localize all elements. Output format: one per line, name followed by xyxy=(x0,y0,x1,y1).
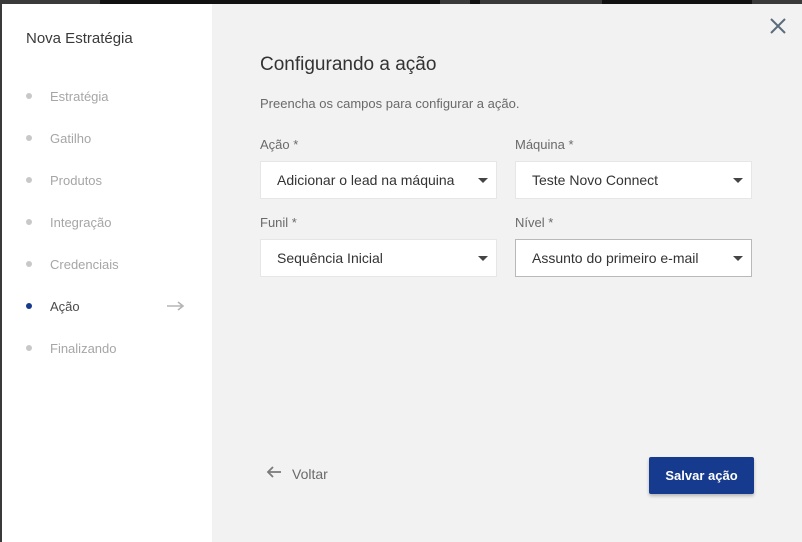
step-integracao[interactable]: Integração xyxy=(2,212,212,232)
page-title: Configurando a ação xyxy=(260,54,437,75)
page-subtitle: Preencha os campos para configurar a açã… xyxy=(260,96,520,111)
step-credenciais[interactable]: Credenciais xyxy=(2,254,212,274)
caret-down-icon xyxy=(733,256,743,261)
sidebar-title: Nova Estratégia xyxy=(26,30,133,47)
funil-select[interactable]: Sequência Inicial xyxy=(260,239,497,277)
step-dot xyxy=(26,303,32,309)
acao-label: Ação * xyxy=(260,137,299,152)
funil-label: Funil * xyxy=(260,215,297,230)
step-acao[interactable]: Ação xyxy=(2,296,212,316)
step-label: Estratégia xyxy=(50,88,109,104)
acao-select[interactable]: Adicionar o lead na máquina xyxy=(260,161,497,199)
step-gatilho[interactable]: Gatilho xyxy=(2,128,212,148)
nivel-label: Nível * xyxy=(515,215,554,230)
nivel-value: Assunto do primeiro e-mail xyxy=(532,250,699,266)
step-label: Ação xyxy=(50,298,80,314)
step-dot xyxy=(26,135,32,141)
caret-down-icon xyxy=(478,256,488,261)
maquina-select[interactable]: Teste Novo Connect xyxy=(515,161,752,199)
step-finalizando[interactable]: Finalizando xyxy=(2,338,212,358)
acao-value: Adicionar o lead na máquina xyxy=(277,172,455,188)
maquina-label: Máquina * xyxy=(515,137,574,152)
back-button[interactable]: Voltar xyxy=(266,464,328,484)
back-label: Voltar xyxy=(292,466,328,482)
maquina-value: Teste Novo Connect xyxy=(532,172,659,188)
steps-sidebar: Nova Estratégia Estratégia Gatilho Produ… xyxy=(2,4,212,542)
arrow-left-icon xyxy=(266,465,282,484)
action-config-panel: Configurando a ação Preencha os campos p… xyxy=(212,4,802,542)
step-dot xyxy=(26,219,32,225)
funil-value: Sequência Inicial xyxy=(277,250,383,266)
step-dot xyxy=(26,93,32,99)
close-icon[interactable] xyxy=(768,16,788,36)
caret-down-icon xyxy=(478,178,488,183)
step-dot xyxy=(26,345,32,351)
step-label: Integração xyxy=(50,214,112,230)
step-dot xyxy=(26,177,32,183)
nivel-select[interactable]: Assunto do primeiro e-mail xyxy=(515,239,752,277)
caret-down-icon xyxy=(733,178,743,183)
step-estrategia[interactable]: Estratégia xyxy=(2,86,212,106)
step-dot xyxy=(26,261,32,267)
step-label: Finalizando xyxy=(50,340,117,356)
step-produtos[interactable]: Produtos xyxy=(2,170,212,190)
step-label: Credenciais xyxy=(50,256,119,272)
step-label: Gatilho xyxy=(50,130,92,146)
arrow-right-icon xyxy=(166,299,186,318)
save-action-button[interactable]: Salvar ação xyxy=(649,457,754,494)
step-label: Produtos xyxy=(50,172,103,188)
